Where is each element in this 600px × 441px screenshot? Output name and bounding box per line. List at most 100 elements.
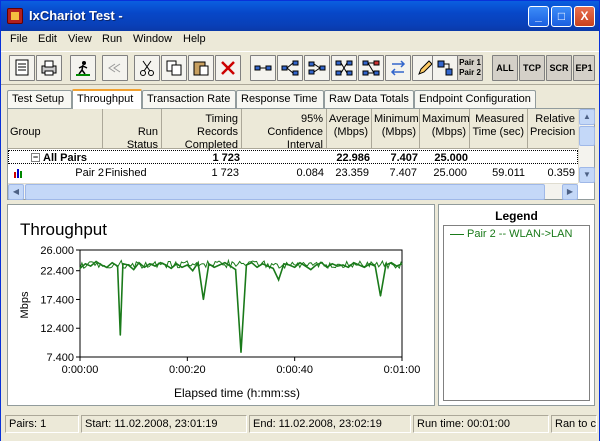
legend-entry-label: Pair 2 -- WLAN->LAN bbox=[467, 228, 573, 240]
cell-measured: 59.011 bbox=[492, 167, 525, 179]
col-timing-records[interactable]: Timing Records Completed bbox=[162, 109, 242, 151]
col-minimum-l1: Minimum bbox=[374, 113, 419, 125]
data-point bbox=[385, 264, 387, 266]
menu-bar: File Edit View Run Window Help bbox=[1, 31, 599, 49]
filter-ep1-button[interactable]: EP1 bbox=[573, 55, 595, 81]
copy-icon[interactable] bbox=[161, 55, 187, 81]
hscroll-thumb[interactable] bbox=[25, 184, 545, 200]
filter-scr-button[interactable]: SCR bbox=[546, 55, 572, 81]
data-point bbox=[294, 266, 296, 268]
col-measured-time[interactable]: Measured Time (sec) bbox=[470, 109, 528, 149]
new-icon[interactable] bbox=[9, 55, 35, 81]
x-axis-label: Elapsed time (h:mm:ss) bbox=[174, 386, 300, 400]
data-point bbox=[122, 263, 124, 265]
y-tick-label: 7.400 bbox=[46, 352, 74, 364]
data-point bbox=[342, 264, 344, 266]
col-maximum[interactable]: Maximum (Mbps) bbox=[420, 109, 470, 149]
cell-minimum: 7.407 bbox=[390, 152, 418, 164]
col-measured-time-l1: Measured bbox=[475, 113, 524, 125]
col-average[interactable]: Average (Mbps) bbox=[327, 109, 372, 149]
add-multicast-icon[interactable] bbox=[277, 55, 303, 81]
data-point bbox=[347, 266, 349, 268]
grid-vertical-scrollbar[interactable]: ▲ ▼ bbox=[578, 109, 595, 183]
menu-edit[interactable]: Edit bbox=[38, 33, 57, 45]
paste-icon[interactable] bbox=[188, 55, 214, 81]
pair-toggle-button[interactable]: Pair 1 Pair 2 bbox=[457, 55, 483, 81]
replicate-icon[interactable] bbox=[432, 55, 458, 81]
data-point bbox=[267, 265, 269, 267]
scroll-left-icon[interactable]: ◀ bbox=[8, 184, 24, 200]
col-minimum[interactable]: Minimum (Mbps) bbox=[372, 109, 420, 149]
data-point bbox=[256, 266, 258, 268]
scroll-thumb[interactable] bbox=[579, 126, 595, 146]
data-point bbox=[272, 267, 274, 269]
tab-test-setup[interactable]: Test Setup bbox=[7, 90, 72, 108]
y-tick-label: 17.400 bbox=[40, 294, 74, 306]
data-point bbox=[111, 262, 113, 264]
tab-response-time[interactable]: Response Time bbox=[236, 90, 324, 108]
col-group[interactable]: Group bbox=[8, 109, 103, 149]
data-point bbox=[197, 262, 199, 264]
add-pair-icon[interactable] bbox=[250, 55, 276, 81]
cell-average: 23.359 bbox=[335, 167, 369, 179]
data-point bbox=[79, 267, 81, 269]
col-relative-precision[interactable]: Relative Precision bbox=[528, 109, 578, 149]
cell-maximum: 25.000 bbox=[433, 167, 467, 179]
network-icon[interactable] bbox=[331, 55, 357, 81]
col-average-l1: Average bbox=[329, 113, 370, 125]
delete-icon[interactable] bbox=[215, 55, 241, 81]
cell-group: All Pairs bbox=[43, 152, 88, 164]
col-confidence-l1: 95% Confidence bbox=[267, 113, 323, 138]
menu-help[interactable]: Help bbox=[183, 33, 206, 45]
legend-title: Legend bbox=[495, 209, 538, 223]
scroll-right-icon[interactable]: ▶ bbox=[562, 184, 578, 200]
data-point bbox=[315, 264, 317, 266]
menu-view[interactable]: View bbox=[68, 33, 92, 45]
x-tick-label: 0:00:40 bbox=[276, 364, 313, 376]
minimize-button[interactable]: _ bbox=[528, 6, 549, 27]
table-row-all-pairs[interactable]: − All Pairs 1 723 22.986 7.407 25.000 bbox=[8, 150, 578, 164]
x-tick-label: 0:00:20 bbox=[169, 364, 206, 376]
menu-file[interactable]: File bbox=[10, 33, 28, 45]
data-point bbox=[119, 334, 121, 336]
menu-run[interactable]: Run bbox=[102, 33, 122, 45]
col-maximum-l1: Maximum bbox=[422, 113, 470, 125]
scroll-down-icon[interactable]: ▼ bbox=[579, 167, 595, 183]
data-point bbox=[251, 262, 253, 264]
data-point bbox=[159, 262, 162, 264]
data-point bbox=[283, 263, 285, 265]
data-point bbox=[358, 264, 360, 266]
col-minimum-l2: (Mbps) bbox=[381, 126, 416, 138]
cut-icon[interactable] bbox=[134, 55, 160, 81]
scroll-up-icon[interactable]: ▲ bbox=[579, 109, 595, 125]
col-confidence[interactable]: 95% Confidence Interval bbox=[242, 109, 327, 151]
rewind-icon[interactable] bbox=[102, 55, 128, 81]
tab-transaction-rate[interactable]: Transaction Rate bbox=[142, 90, 236, 108]
menu-window[interactable]: Window bbox=[133, 33, 172, 45]
filter-tcp-button[interactable]: TCP bbox=[519, 55, 545, 81]
grid-horizontal-scrollbar[interactable]: ◀ ▶ bbox=[8, 183, 578, 200]
add-group-icon[interactable] bbox=[304, 55, 330, 81]
mesh-icon[interactable] bbox=[358, 55, 384, 81]
maximize-button[interactable]: □ bbox=[551, 6, 572, 27]
throughput-chart-panel: Throughput 26.000 22.400 17.400 12.400 7.400… bbox=[7, 204, 435, 406]
data-point bbox=[229, 265, 231, 267]
status-run-time: Run time: 00:01:00 bbox=[413, 415, 549, 433]
data-point bbox=[235, 269, 237, 271]
plot-area: 26.000 22.400 17.400 12.400 7.4000:00:00 0:00… bbox=[40, 245, 420, 376]
legend-entry-pair-2[interactable]: Pair 2 -- WLAN->LAN bbox=[450, 228, 572, 240]
tab-endpoint-configuration[interactable]: Endpoint Configuration bbox=[414, 90, 536, 108]
grid-header: Group Run Status Timing Records Completed… bbox=[8, 109, 578, 151]
filter-all-button[interactable]: ALL bbox=[492, 55, 518, 81]
print-icon[interactable] bbox=[36, 55, 62, 81]
swap-icon[interactable] bbox=[385, 55, 411, 81]
status-bar: Pairs: 1 Start: 11.02.2008, 23:01:19 End… bbox=[1, 411, 599, 441]
table-row-pair-2[interactable]: Pair 2 Finished 1 723 0.084 23.359 7.407… bbox=[8, 166, 578, 180]
tab-throughput[interactable]: Throughput bbox=[72, 89, 142, 109]
col-run-status[interactable]: Run Status bbox=[103, 109, 162, 151]
data-point bbox=[95, 260, 97, 263]
run-icon[interactable] bbox=[70, 55, 96, 81]
collapse-icon[interactable]: − bbox=[31, 153, 40, 162]
close-button[interactable]: X bbox=[574, 6, 595, 27]
tab-raw-data-totals[interactable]: Raw Data Totals bbox=[324, 90, 414, 108]
